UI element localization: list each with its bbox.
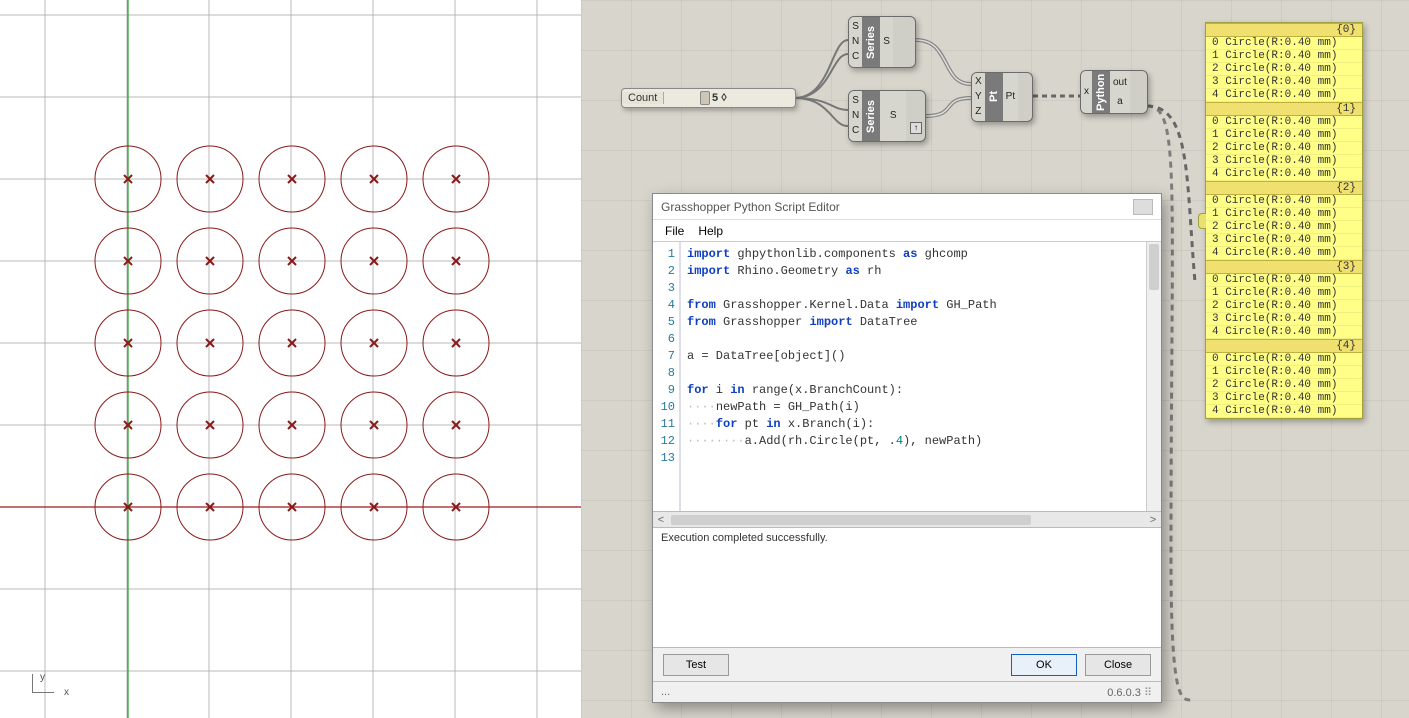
panel-item: 2 Circle(R:0.40 mm): [1206, 142, 1362, 155]
panel-item: 1 Circle(R:0.40 mm): [1206, 287, 1362, 300]
panel-input-nub[interactable]: [1198, 213, 1206, 229]
python-editor-window[interactable]: Grasshopper Python Script Editor File He…: [652, 193, 1162, 703]
resize-grip-icon[interactable]: ⠿: [1144, 687, 1153, 699]
axis-y-label: y: [40, 672, 45, 683]
port-z[interactable]: Z: [975, 106, 982, 118]
panel-item: 4 Circle(R:0.40 mm): [1206, 405, 1362, 418]
editor-titlebar[interactable]: Grasshopper Python Script Editor: [653, 194, 1161, 220]
construct-point-node[interactable]: X Y Z Pt Pt: [971, 72, 1033, 122]
status-version: 0.6.0.3: [1107, 687, 1141, 699]
pt-out-ports: Pt: [1003, 73, 1018, 121]
panel-item: 3 Circle(R:0.40 mm): [1206, 155, 1362, 168]
panel-item: 1 Circle(R:0.40 mm): [1206, 50, 1362, 63]
line-gutter: 1 2 3 4 5 6 7 8 9 10 11 12 13: [653, 242, 681, 511]
series1-body: Series: [862, 17, 880, 67]
series-node-2[interactable]: S N C Series S: [848, 90, 926, 142]
code-editor[interactable]: import ghpythonlib.components as ghcomp …: [681, 242, 1161, 511]
port-x-in[interactable]: x: [1084, 86, 1089, 98]
editor-button-bar: Test OK Close: [653, 648, 1161, 682]
panel-item: 3 Circle(R:0.40 mm): [1206, 234, 1362, 247]
data-panel[interactable]: {0}0 Circle(R:0.40 mm)1 Circle(R:0.40 mm…: [1205, 22, 1363, 419]
slider-grip[interactable]: [700, 91, 710, 105]
panel-item: 1 Circle(R:0.40 mm): [1206, 129, 1362, 142]
panel-item: 0 Circle(R:0.40 mm): [1206, 195, 1362, 208]
ok-button[interactable]: OK: [1011, 654, 1077, 676]
series2-body: Series: [862, 91, 880, 141]
editor-title: Grasshopper Python Script Editor: [661, 200, 840, 214]
hscroll-thumb[interactable]: [671, 515, 1031, 525]
port-n-in[interactable]: N: [852, 36, 859, 48]
panel-branch-header: {1}: [1206, 102, 1362, 116]
port-s-out[interactable]: S: [883, 36, 890, 48]
axis-gnomon: [32, 680, 60, 700]
port-c-in-2[interactable]: C: [852, 125, 859, 137]
axis-x-label: x: [64, 687, 69, 698]
count-slider[interactable]: Count 5 ◊: [621, 88, 796, 108]
panel-item: 1 Circle(R:0.40 mm): [1206, 366, 1362, 379]
panel-branch-header: {2}: [1206, 181, 1362, 195]
port-n-in-2[interactable]: N: [852, 110, 859, 122]
graft-icon[interactable]: ↑: [910, 122, 922, 134]
port-x[interactable]: X: [975, 76, 982, 88]
series1-out-ports: S: [880, 17, 893, 67]
series2-out-ports: S: [880, 91, 906, 141]
editor-statusbar: ... 0.6.0.3 ⠿: [653, 682, 1161, 702]
series2-in-ports: S N C: [849, 91, 862, 141]
scroll-left-icon[interactable]: <: [653, 514, 669, 526]
rhino-viewport[interactable]: x y: [0, 0, 581, 718]
test-button[interactable]: Test: [663, 654, 729, 676]
panel-branch-header: {4}: [1206, 339, 1362, 353]
execution-output: Execution completed successfully.: [653, 528, 1161, 648]
panel-branch-header: {0}: [1206, 23, 1362, 37]
panel-item: 0 Circle(R:0.40 mm): [1206, 37, 1362, 50]
python-body: Python: [1092, 71, 1110, 113]
port-s-in-2[interactable]: S: [852, 95, 859, 107]
slider-label: Count: [622, 92, 664, 104]
panel-item: 2 Circle(R:0.40 mm): [1206, 63, 1362, 76]
port-pt-out[interactable]: Pt: [1006, 91, 1015, 103]
panel-item: 2 Circle(R:0.40 mm): [1206, 379, 1362, 392]
slider-value: 5 ◊: [712, 92, 727, 104]
panel-item: 4 Circle(R:0.40 mm): [1206, 326, 1362, 339]
port-s-out-2[interactable]: S: [883, 110, 903, 122]
pt-in-ports: X Y Z: [972, 73, 985, 121]
panel-item: 4 Circle(R:0.40 mm): [1206, 89, 1362, 102]
port-out[interactable]: out: [1113, 77, 1127, 89]
port-c-in[interactable]: C: [852, 51, 859, 63]
panel-item: 0 Circle(R:0.40 mm): [1206, 353, 1362, 366]
panel-item: 4 Circle(R:0.40 mm): [1206, 247, 1362, 260]
port-a[interactable]: a: [1113, 96, 1127, 108]
panel-branch-header: {3}: [1206, 260, 1362, 274]
vscroll-thumb[interactable]: [1149, 244, 1159, 290]
code-hscrollbar[interactable]: < >: [653, 512, 1161, 528]
panel-item: 2 Circle(R:0.40 mm): [1206, 300, 1362, 313]
slider-track[interactable]: 5 ◊: [664, 89, 774, 107]
port-y[interactable]: Y: [975, 91, 982, 103]
close-button[interactable]: Close: [1085, 654, 1151, 676]
panel-item: 0 Circle(R:0.40 mm): [1206, 274, 1362, 287]
port-s-in[interactable]: S: [852, 21, 859, 33]
panel-item: 2 Circle(R:0.40 mm): [1206, 221, 1362, 234]
menu-help[interactable]: Help: [698, 224, 723, 238]
pt-body: Pt: [985, 73, 1003, 121]
panel-item: 3 Circle(R:0.40 mm): [1206, 76, 1362, 89]
close-icon[interactable]: [1133, 199, 1153, 215]
python-out-ports: out a: [1110, 71, 1130, 113]
menu-file[interactable]: File: [665, 224, 684, 238]
panel-item: 4 Circle(R:0.40 mm): [1206, 168, 1362, 181]
code-vscrollbar[interactable]: [1146, 242, 1161, 511]
scroll-right-icon[interactable]: >: [1145, 514, 1161, 526]
panel-item: 3 Circle(R:0.40 mm): [1206, 392, 1362, 405]
series-node-1[interactable]: S N C Series S: [848, 16, 916, 68]
panel-item: 1 Circle(R:0.40 mm): [1206, 208, 1362, 221]
panel-item: 0 Circle(R:0.40 mm): [1206, 116, 1362, 129]
viewport-svg: [0, 0, 581, 718]
status-left: ...: [661, 686, 670, 698]
editor-menubar: File Help: [653, 220, 1161, 242]
series1-in-ports: S N C: [849, 17, 862, 67]
python-in-ports: x: [1081, 71, 1092, 113]
code-area: 1 2 3 4 5 6 7 8 9 10 11 12 13 import ghp…: [653, 242, 1161, 512]
python-script-node[interactable]: x Python out a: [1080, 70, 1148, 114]
panel-item: 3 Circle(R:0.40 mm): [1206, 313, 1362, 326]
